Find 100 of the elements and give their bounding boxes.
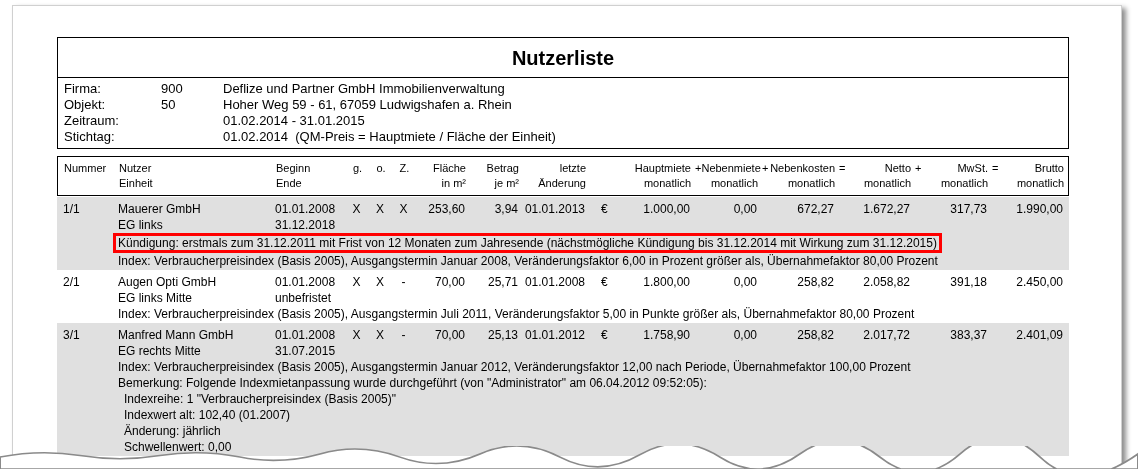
note-text: Änderung: jährlich	[124, 423, 221, 438]
column-header: Hauptmiete	[634, 161, 691, 176]
info-label: Objekt:	[64, 97, 107, 113]
note-text: Index: Verbraucherpreisindex (Basis 2005), Ausgangstermin Juli 2011, Veränderungsfaktor 5,00 in Punkte größer als, Übernahmefaktor 80,00 Prozent	[118, 306, 915, 321]
table-cell: 01.01.2008	[275, 275, 336, 289]
note-text: Index: Verbraucherpreisindex (Basis 2005), Ausgangstermin Januar 2012, Veränderungsfaktor 12,00 nach Periode, Übernahmefaktor 100,00 Prozent	[118, 359, 911, 374]
table-cell: 01.01.2013	[524, 202, 585, 216]
unit-text: EG links Mitte	[118, 290, 192, 305]
operator-sign: +	[694, 161, 702, 176]
column-header: Fläche	[432, 161, 466, 176]
column-header: Beginn	[276, 161, 311, 176]
report-title: Nutzerliste	[58, 38, 1068, 78]
table-cell: 70,00	[434, 328, 465, 342]
table-cell: Manfred Mann GmbH	[118, 328, 234, 342]
table-cell: 70,00	[434, 275, 465, 289]
table-cell: 01.01.2012	[524, 328, 585, 342]
table-cell: 1/1	[63, 202, 80, 216]
info-label: Firma:	[64, 81, 102, 97]
column-header: Netto	[884, 161, 911, 176]
table-cell: 1.990,00	[1016, 202, 1063, 216]
table-cell: X	[399, 202, 408, 216]
table-cell: 2.401,09	[1016, 328, 1063, 342]
table-cell: X	[352, 275, 361, 289]
table-cell: 1.000,00	[643, 202, 690, 216]
table-cell: 25,71	[487, 275, 518, 289]
table-cell: 0,00	[733, 328, 757, 342]
operator-sign: =	[838, 161, 846, 176]
column-header: monatlich	[643, 176, 691, 191]
table-cell: €	[601, 328, 608, 342]
note-text: Kündigung: erstmals zum 31.12.2011 mit Frist von 12 Monaten zum Jahresende (nächstmögliche Kündigung bis 31.12.2014 mit Wirkung zum 31.12.2015)	[113, 233, 942, 253]
column-header: letzte	[559, 161, 586, 176]
column-header: monatlich	[787, 176, 835, 191]
column-header: je m²	[494, 176, 519, 191]
column-header: Betrag	[486, 161, 519, 176]
note-text: Bemerkung: Folgende Indexmietanpassung wurde durchgeführt (von "Administrator" am 06.04.2012 09:52:05):	[118, 375, 707, 390]
unit-text: EG rechts Mitte	[118, 343, 201, 358]
table-cell: X	[352, 328, 361, 342]
column-header: Nebenkosten	[770, 161, 835, 176]
table-cell: 01.01.2008	[275, 328, 336, 342]
column-header: Brutto	[1034, 161, 1064, 176]
column-header: Änderung	[538, 176, 586, 191]
table-cell: 391,18	[950, 275, 987, 289]
operator-sign: =	[991, 161, 999, 176]
table-cell: X	[376, 328, 384, 342]
table-cell: 2.017,72	[863, 328, 910, 342]
note-text: Indexwert alt: 102,40 (01.2007)	[124, 407, 291, 422]
table-cell: X	[352, 202, 361, 216]
note-text: Index: Verbraucherpreisindex (Basis 2005), Ausgangstermin Januar 2008, Veränderungsfaktor 6,00 in Prozent größer als, Übernahmefaktor 80,00 Prozent	[118, 253, 938, 268]
info-value: 01.02.2014 (QM-Preis = Hauptmiete / Fläche der Einheit)	[223, 129, 556, 145]
table-cell: Mauerer GmbH	[118, 202, 201, 216]
table-cell: Augen Opti GmbH	[118, 275, 217, 289]
table-cell: 258,82	[797, 275, 834, 289]
column-header: MwSt.	[957, 161, 988, 176]
info-value: 01.02.2014 - 31.01.2015	[223, 113, 365, 129]
table-cell: 2.450,00	[1016, 275, 1063, 289]
operator-sign: +	[914, 161, 922, 176]
table-cell: 0,00	[733, 275, 757, 289]
note-text: Schwellenwert: 0,00	[124, 439, 232, 454]
column-header: monatlich	[710, 176, 758, 191]
column-header: Nutzer	[119, 161, 152, 176]
table-cell: 1.758,90	[643, 328, 690, 342]
end-date: unbefristet	[275, 290, 332, 305]
info-value: Deflize und Partner GmbH Immobilienverwaltung	[223, 81, 505, 97]
column-header: Z.	[399, 161, 410, 176]
table-cell: 383,37	[950, 328, 987, 342]
table-cell: 0,00	[733, 202, 757, 216]
column-header: monatlich	[1016, 176, 1064, 191]
table-cell: -	[401, 328, 406, 342]
table-cell: X	[376, 202, 384, 216]
table-cell: 1.800,00	[643, 275, 690, 289]
column-header: Nebenmiete	[701, 161, 761, 176]
column-header: Ende	[276, 176, 302, 191]
column-header: g.	[352, 161, 363, 176]
table-cell: 1.672,27	[863, 202, 910, 216]
unit-text: EG links	[118, 217, 163, 232]
column-header: Nummer	[64, 161, 107, 176]
column-header: o.	[376, 161, 386, 176]
column-header: monatlich	[863, 176, 911, 191]
table-cell: 01.01.2008	[275, 202, 336, 216]
table-cell: €	[601, 202, 608, 216]
info-number: 50	[161, 97, 176, 112]
info-label: Zeitraum:	[64, 113, 120, 129]
table-cell: 3/1	[63, 328, 80, 342]
table-cell: 25,13	[487, 328, 518, 342]
table-cell: 3,94	[494, 202, 518, 216]
table-cell: 253,60	[428, 202, 465, 216]
table-cell: 672,27	[797, 202, 834, 216]
note-text: Indexreihe: 1 "Verbraucherpreisindex (Basis 2005)"	[124, 391, 396, 406]
table-cell: 01.01.2008	[524, 275, 585, 289]
end-date: 31.12.2018	[275, 217, 336, 232]
column-header: monatlich	[940, 176, 988, 191]
table-cell: 258,82	[797, 328, 834, 342]
end-date: 31.07.2015	[275, 343, 336, 358]
info-value: Hoher Weg 59 - 61, 67059 Ludwigshafen a. Rhein	[223, 97, 512, 113]
column-header: in m²	[441, 176, 466, 191]
operator-sign: +	[761, 161, 769, 176]
info-label: Stichtag:	[64, 129, 116, 145]
table-cell: €	[601, 275, 608, 289]
table-cell: -	[401, 275, 406, 289]
table-cell: 317,73	[950, 202, 987, 216]
